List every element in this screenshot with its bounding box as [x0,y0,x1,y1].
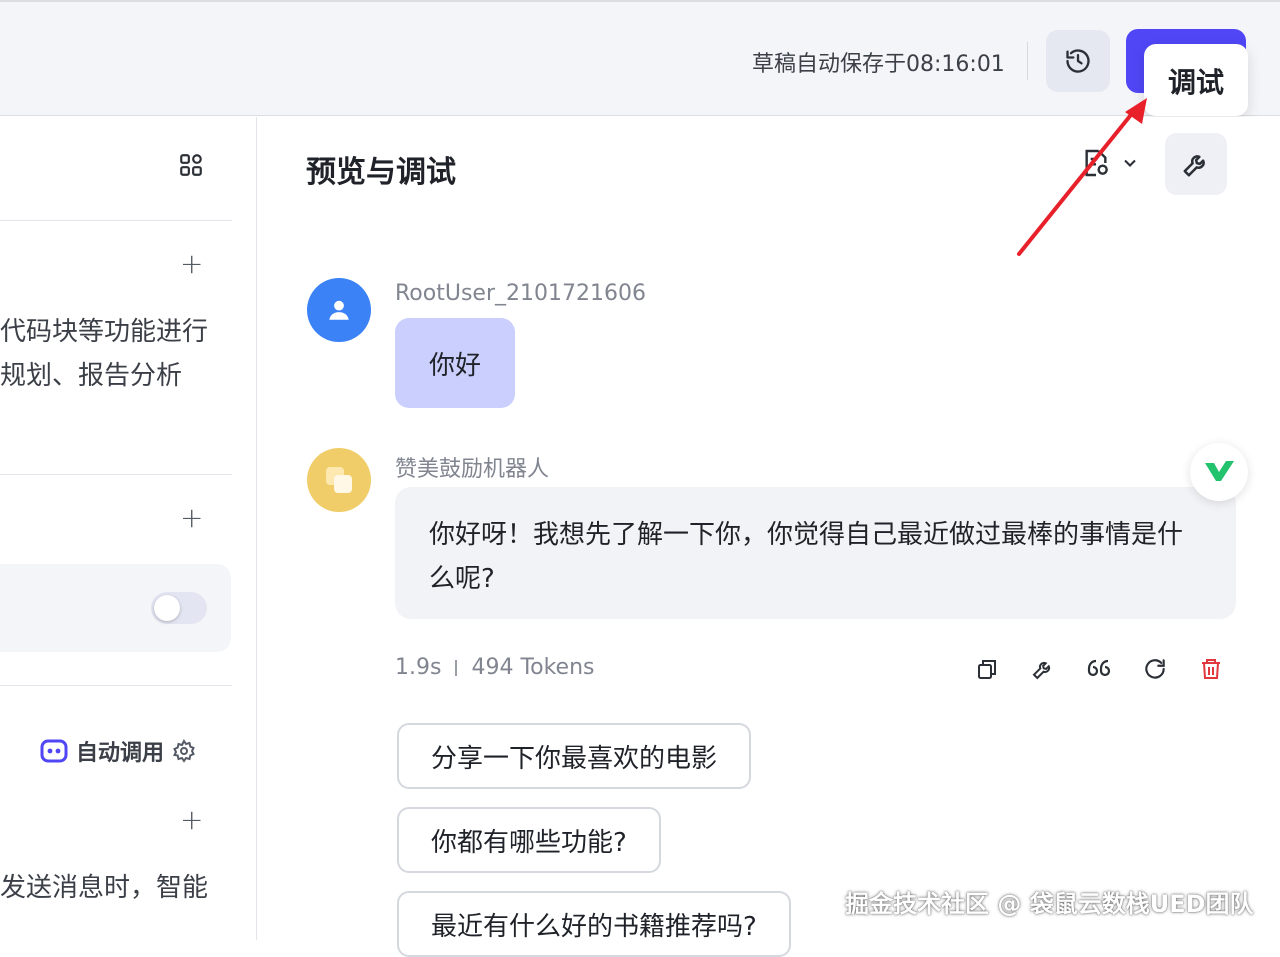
suggestion-chip[interactable]: 你都有哪些功能? [397,807,661,873]
add-icon[interactable]: + [180,250,203,278]
response-meta: 1.9s 494 Tokens [395,655,595,680]
chevron-down-icon [1124,159,1136,167]
grid-icon[interactable] [178,152,204,178]
user-avatar [307,278,371,342]
assistant-fab[interactable] [1190,443,1248,501]
gear-icon[interactable] [172,739,196,763]
toggle-card [0,564,231,652]
bot-avatar [307,448,371,512]
divider [1027,42,1028,80]
history-button[interactable] [1046,30,1110,92]
divider [0,685,232,686]
section-text-line: 规划、报告分析 [0,361,183,391]
meta-separator [455,659,458,676]
auto-call[interactable]: 自动调用 [40,735,196,767]
response-time: 1.9s [395,655,442,680]
history-icon [1066,49,1090,73]
page-title: 预览与调试 [306,155,456,190]
section-text-line: 代码块等功能进行 [0,317,209,347]
bot-message: 你好呀！我想先了解一下你，你觉得自己最近做过最棒的事情是什么呢? [395,487,1236,619]
auto-call-label: 自动调用 [76,741,165,766]
bot-icon [40,739,68,763]
user-message: 你好 [395,318,515,408]
suggestion-chip[interactable]: 最近有什么好的书籍推荐吗? [397,891,791,957]
delete-icon[interactable] [1197,655,1225,683]
refresh-icon[interactable] [1141,655,1169,683]
debug-tooltip: 调试 [1144,44,1248,116]
add-icon[interactable]: + [180,504,203,532]
document-settings-icon [1085,149,1108,177]
debug-button[interactable] [1165,133,1227,195]
wrench-icon [1183,155,1205,177]
copy-icon[interactable] [973,655,1001,683]
bot-name: 赞美鼓励机器人 [395,457,550,482]
format-dropdown[interactable] [1080,147,1140,179]
check-logo-icon [1205,461,1234,481]
user-icon [329,300,349,320]
toggle-knob [154,595,180,621]
watermark: 掘金技术社区 @ 袋鼠云数栈UED团队 [845,890,1254,918]
suggestion-chip[interactable]: 分享一下你最喜欢的电影 [397,723,752,789]
divider [0,474,232,475]
top-bar: 草稿自动保存于08:16:01 调试 [0,0,1280,116]
wrench-icon[interactable] [1029,655,1057,683]
user-name: RootUser_2101721606 [395,281,646,306]
left-panel: + 代码块等功能进行 规划、报告分析 + 自动调用 + 发送消息时，智能 [0,117,257,940]
section-text-line: 发送消息时，智能 [0,873,209,903]
message-actions [973,655,1225,683]
add-icon[interactable]: + [180,806,203,834]
bot-logo-icon [326,467,352,493]
feature-toggle[interactable] [151,592,207,624]
preview-panel: 预览与调试 RootUser_2101721606 你好 赞美鼓励机器人 你好呀… [258,117,1280,957]
divider [0,220,232,221]
draft-status: 草稿自动保存于08:16:01 [752,52,1005,77]
token-count: 494 Tokens [471,655,595,680]
quote-icon[interactable] [1085,655,1113,683]
